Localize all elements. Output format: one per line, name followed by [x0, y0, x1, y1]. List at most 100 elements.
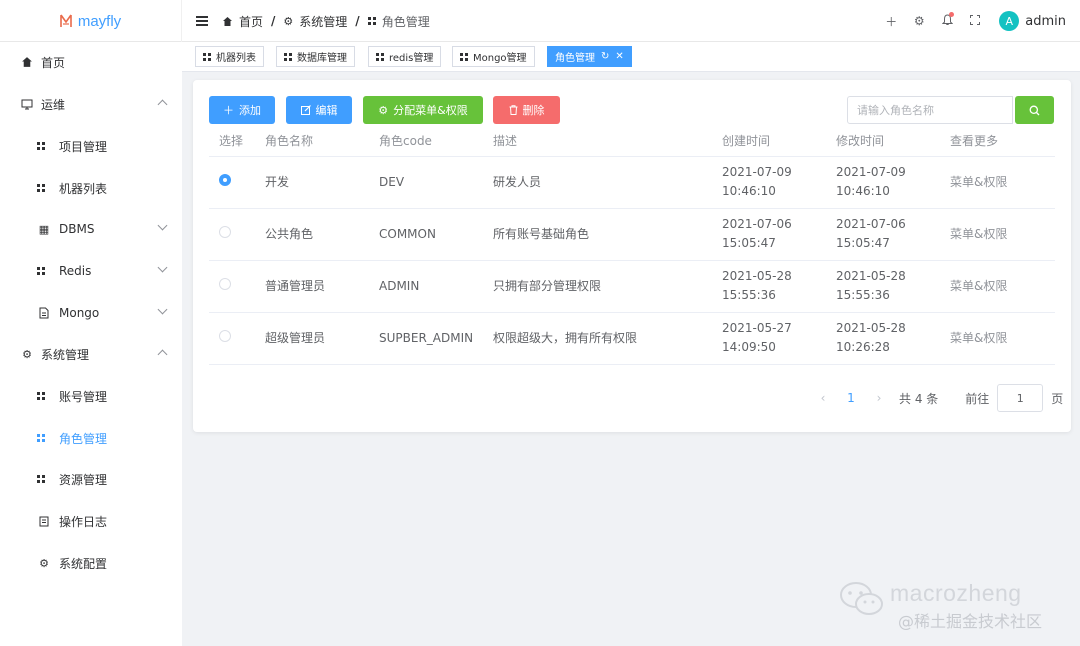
tags-view: 机器列表 数据库管理 redis管理 Mongo管理 角色管理 ↻ ✕: [182, 42, 1080, 72]
app-logo[interactable]: mayfly: [0, 0, 182, 42]
grid-icon: [367, 17, 376, 25]
sidebar-item-redis[interactable]: Redis: [0, 251, 182, 291]
plus-icon[interactable]: ＋: [877, 13, 905, 30]
table-row[interactable]: 开发 DEV 研发人员 2021-07-09 10:46:10 2021-07-…: [209, 156, 1055, 209]
sidebar-item-projects[interactable]: 项目管理: [0, 126, 182, 166]
grid-icon: [37, 184, 51, 192]
sidebar-item-dbms[interactable]: ▦ DBMS: [0, 209, 182, 249]
tag-mongo[interactable]: Mongo管理: [452, 46, 535, 67]
page-number[interactable]: 1: [837, 391, 865, 405]
sidebar-item-mongo[interactable]: Mongo: [0, 293, 182, 333]
modified-time-cell: 2021-07-09 10:46:10: [826, 156, 940, 209]
page-jump-input[interactable]: [997, 384, 1044, 412]
breadcrumb-separator: /: [355, 14, 360, 28]
document-icon: [39, 307, 49, 319]
total-count: 共 4 条: [899, 391, 939, 406]
next-page-icon[interactable]: ›: [865, 391, 893, 405]
avatar[interactable]: A: [999, 11, 1020, 31]
created-time-cell: 2021-05-27 14:09:50: [712, 312, 826, 365]
select-cell: [209, 208, 255, 261]
menu-toggle-icon[interactable]: [196, 15, 210, 27]
table-grid-icon: ▦: [38, 222, 50, 236]
tag-redis[interactable]: redis管理: [368, 46, 442, 67]
modified-time-cell: 2021-05-28 10:26:28: [826, 312, 940, 365]
notification-dot: [949, 11, 955, 17]
search-button[interactable]: [1015, 96, 1054, 124]
add-button[interactable]: ＋ 添加: [209, 96, 275, 124]
menu-permission-link[interactable]: 菜单&权限: [940, 260, 1055, 313]
tag-databases[interactable]: 数据库管理: [276, 46, 355, 67]
row-radio[interactable]: [219, 173, 231, 186]
role-name-cell: 开发: [255, 156, 369, 209]
menu-permission-link[interactable]: 菜单&权限: [940, 312, 1055, 365]
wechat-icon: [840, 582, 883, 615]
table-header-row: 选择 角色名称 角色code 描述 创建时间 修改时间 查看更多: [209, 126, 1055, 157]
sidebar-item-resources[interactable]: 资源管理: [0, 459, 182, 499]
modified-time-cell: 2021-05-28 15:55:36: [826, 260, 940, 313]
sidebar-item-config[interactable]: ⚙ 系统配置: [0, 543, 182, 583]
sidebar-item-ops[interactable]: 运维: [0, 84, 182, 124]
close-icon[interactable]: ✕: [615, 51, 623, 62]
top-header: mayfly 首页 / ⚙ 系统管理 / 角色管理 ＋ ⚙ A admin: [0, 0, 1080, 42]
column-header-description: 描述: [483, 126, 712, 157]
fullscreen-icon[interactable]: [961, 14, 989, 28]
app-name: mayfly: [77, 12, 122, 30]
goto-label: 前往: [965, 391, 990, 406]
breadcrumb-home[interactable]: 首页: [222, 13, 263, 30]
role-description-cell: 只拥有部分管理权限: [483, 260, 712, 313]
edit-icon: [300, 105, 311, 115]
sidebar-item-logs[interactable]: 操作日志: [0, 501, 182, 541]
assign-menu-button[interactable]: ⚙ 分配菜单&权限: [363, 96, 483, 124]
delete-button[interactable]: 删除: [493, 96, 560, 124]
role-code-cell: ADMIN: [369, 260, 483, 313]
row-radio[interactable]: [219, 329, 231, 342]
gear-icon: ⚙: [283, 14, 294, 28]
breadcrumb-system[interactable]: ⚙ 系统管理: [283, 13, 347, 30]
page-suffix: 页: [1051, 391, 1064, 406]
sidebar-item-home[interactable]: 首页: [0, 42, 182, 82]
plus-icon: ＋: [223, 104, 234, 117]
role-table: 选择 角色名称 角色code 描述 创建时间 修改时间 查看更多 开发 DEV …: [209, 126, 1055, 365]
grid-icon: [37, 267, 51, 275]
created-time-cell: 2021-05-28 15:55:36: [712, 260, 826, 313]
sidebar-item-system[interactable]: ⚙ 系统管理: [0, 334, 182, 374]
refresh-icon[interactable]: ↻: [601, 51, 609, 62]
row-radio[interactable]: [219, 277, 231, 290]
watermark-site: @稀土掘金技术社区: [898, 612, 1043, 631]
column-header-name: 角色名称: [255, 126, 369, 157]
column-header-select: 选择: [209, 126, 255, 157]
grid-icon: [37, 392, 51, 400]
bell-icon[interactable]: [933, 11, 961, 29]
tag-roles[interactable]: 角色管理 ↻ ✕: [547, 46, 632, 67]
sidebar-item-roles[interactable]: 角色管理: [0, 418, 182, 458]
chevron-down-icon: [157, 304, 168, 315]
tag-machines[interactable]: 机器列表: [195, 46, 264, 67]
table-row[interactable]: 公共角色 COMMON 所有账号基础角色 2021-07-06 15:05:47…: [209, 208, 1055, 261]
sidebar-item-accounts[interactable]: 账号管理: [0, 376, 182, 416]
home-icon: [22, 57, 32, 67]
settings-icon[interactable]: ⚙: [905, 14, 933, 28]
gear-icon: ⚙: [378, 103, 389, 117]
menu-permission-link[interactable]: 菜单&权限: [940, 208, 1055, 261]
table-row[interactable]: 普通管理员 ADMIN 只拥有部分管理权限 2021-05-28 15:55:3…: [209, 260, 1055, 313]
role-description-cell: 所有账号基础角色: [483, 208, 712, 261]
grid-icon: [203, 52, 211, 61]
sidebar-item-machines[interactable]: 机器列表: [0, 168, 182, 208]
username[interactable]: admin: [1025, 14, 1066, 29]
row-radio[interactable]: [219, 225, 231, 238]
role-description-cell: 研发人员: [483, 156, 712, 209]
pagination: ‹ 1 › 共 4 条 前往 页: [809, 383, 1063, 413]
role-name-search-input[interactable]: [847, 96, 1013, 124]
created-time-cell: 2021-07-09 10:46:10: [712, 156, 826, 209]
role-name-cell: 超级管理员: [255, 312, 369, 365]
grid-icon: [284, 52, 292, 61]
edit-button[interactable]: 编辑: [286, 96, 352, 124]
role-name-cell: 公共角色: [255, 208, 369, 261]
menu-permission-link[interactable]: 菜单&权限: [940, 156, 1055, 209]
prev-page-icon[interactable]: ‹: [809, 391, 837, 405]
monitor-icon: [21, 99, 33, 109]
role-code-cell: COMMON: [369, 208, 483, 261]
header-actions: ＋ ⚙ A admin: [877, 0, 1066, 42]
role-code-cell: DEV: [369, 156, 483, 209]
table-row[interactable]: 超级管理员 SUPBER_ADMIN 权限超级大，拥有所有权限 2021-05-…: [209, 312, 1055, 365]
